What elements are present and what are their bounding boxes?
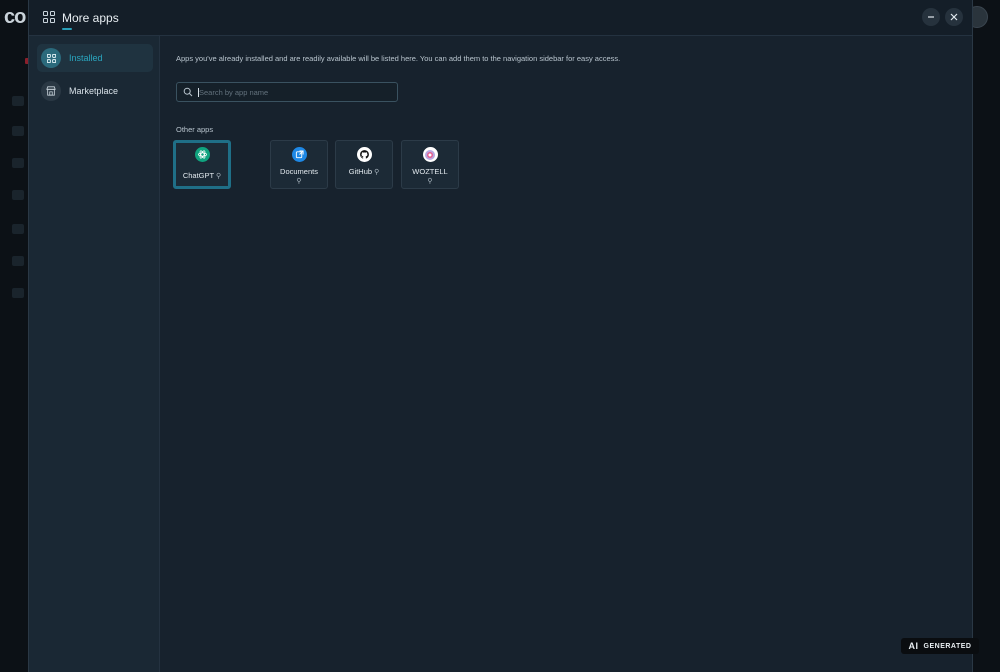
sidebar-item-label: Installed (69, 53, 103, 63)
background-nav-icon (12, 96, 24, 106)
app-label: Documents (271, 167, 327, 176)
store-icon (41, 81, 61, 101)
sidebar-item-marketplace[interactable]: Marketplace (37, 77, 153, 105)
installed-apps-panel: Apps you've already installed and are re… (173, 36, 956, 636)
badge-ai-label: AI (908, 641, 919, 651)
more-apps-modal: More apps Installed Marketplace Apps you… (28, 0, 973, 672)
sidebar-item-label: Marketplace (69, 86, 119, 96)
search-input[interactable] (198, 87, 389, 97)
installed-description: Apps you've already installed and are re… (176, 54, 621, 63)
modal-header: More apps (29, 0, 972, 36)
app-name: Documents (280, 167, 318, 176)
background-logo: co (4, 6, 26, 28)
app-name: GitHub (348, 167, 373, 176)
app-label: ChatGPT ⚲ (176, 171, 228, 180)
app-card-github[interactable]: GitHub ⚲ (335, 140, 393, 189)
search-icon (183, 87, 193, 97)
background-nav-icon (12, 256, 24, 266)
app-label: WOZTELL (402, 167, 458, 176)
background-nav-icon (12, 224, 24, 234)
ai-generated-badge: AI GENERATED (901, 638, 979, 654)
app-name: ChatGPT (182, 171, 214, 180)
app-name: WOZTELL (412, 167, 448, 176)
background-nav-icon (12, 288, 24, 298)
github-icon (356, 147, 372, 162)
grid-icon (41, 48, 61, 68)
app-label: GitHub ⚲ (336, 167, 392, 176)
chatgpt-logo-icon (194, 147, 210, 162)
pin-icon[interactable]: ⚲ (374, 169, 379, 176)
modal-sidebar: Installed Marketplace (29, 36, 160, 672)
minimize-button[interactable] (922, 8, 940, 26)
background-nav-icon (12, 190, 24, 200)
app-card-woztell[interactable]: WOZTELL ⚲ (401, 140, 459, 189)
section-label: Other apps (176, 125, 214, 134)
badge-text: GENERATED (923, 642, 972, 650)
modal-title: More apps (62, 11, 119, 25)
pin-icon[interactable]: ⚲ (271, 177, 327, 185)
pin-icon[interactable]: ⚲ (402, 177, 458, 185)
app-card-documents[interactable]: Documents ⚲ (270, 140, 328, 189)
background-nav-icon (12, 158, 24, 168)
documents-icon (291, 147, 307, 162)
app-card-chatgpt[interactable]: ChatGPT ⚲ (173, 140, 231, 189)
close-icon (950, 13, 958, 21)
woztell-icon (422, 147, 438, 162)
sidebar-item-installed[interactable]: Installed (37, 44, 153, 72)
search-box[interactable] (176, 82, 398, 102)
grid-icon (43, 11, 55, 23)
minus-icon (928, 16, 934, 18)
title-accent (62, 28, 72, 30)
background-nav-icon (12, 126, 24, 136)
pin-icon[interactable]: ⚲ (216, 173, 221, 180)
close-button[interactable] (945, 8, 963, 26)
